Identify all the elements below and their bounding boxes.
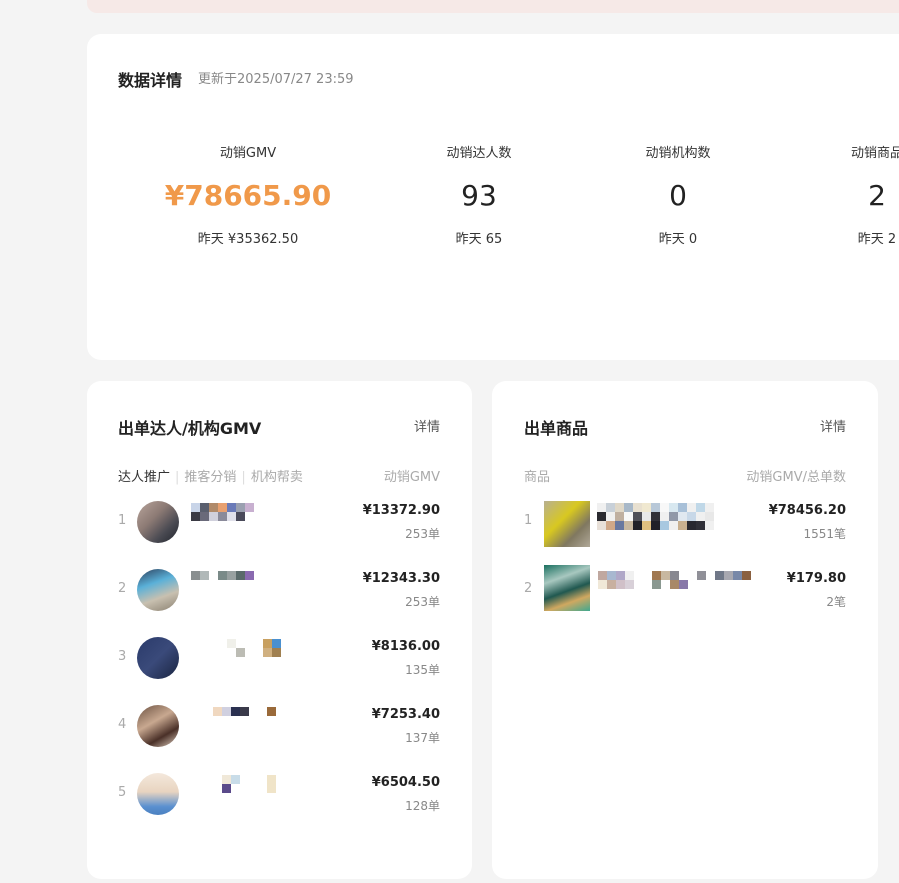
creator-name-blurred <box>213 707 276 716</box>
order-count: 253单 <box>405 595 440 609</box>
product-name-blurred <box>597 503 714 512</box>
creators-gmv-card: 出单达人/机构GMV 详情 达人推广 | 推客分销 | 机构帮卖 动销GMV 1 ¥13… <box>87 381 472 879</box>
product-row[interactable]: 1 ¥78456.20 1551笔 <box>524 501 846 561</box>
update-time: 更新于2025/07/27 23:59 <box>198 72 354 87</box>
metric-label: 动销商品 <box>850 146 899 161</box>
metric-creators: 动销达人数 93 昨天 65 <box>379 142 579 247</box>
rank-number: 4 <box>118 717 127 732</box>
creator-name-blurred <box>191 571 254 580</box>
avatar <box>137 637 179 679</box>
rank-number: 3 <box>118 649 127 664</box>
metric-yesterday: 昨天 2 <box>857 232 897 247</box>
creator-row[interactable]: 3 ¥8136.00 135单 <box>118 637 440 697</box>
gmv-amount: ¥12343.30 <box>362 571 440 586</box>
metric-label: 动销达人数 <box>446 146 512 161</box>
creator-name-blurred <box>191 512 245 521</box>
metric-yesterday: 昨天 0 <box>658 232 698 247</box>
tab-divider: | <box>175 470 180 485</box>
column-header-product: 商品 <box>524 470 551 485</box>
metric-products: 动销商品 2 昨天 2 <box>777 142 899 247</box>
detail-link[interactable]: 详情 <box>414 416 440 435</box>
avatar <box>137 773 179 815</box>
creator-name-blurred <box>222 775 276 784</box>
detail-link[interactable]: 详情 <box>820 416 846 435</box>
order-count: 135单 <box>405 663 440 677</box>
gmv-amount: ¥8136.00 <box>371 639 440 654</box>
card-title: 数据详情 <box>118 71 183 90</box>
metric-value: 0 <box>669 179 687 212</box>
creator-name-blurred <box>222 784 276 793</box>
tab-agency-selling[interactable]: 机构帮卖 <box>251 470 303 485</box>
creator-row[interactable]: 1 ¥13372.90 253单 <box>118 501 440 561</box>
metric-label: 动销GMV <box>219 146 277 161</box>
products-card: 出单商品 详情 商品 动销GMV/总单数 1 ¥78456.20 1551笔 2… <box>492 381 878 879</box>
metric-value: ¥78665.90 <box>164 179 332 212</box>
gmv-amount: ¥6504.50 <box>371 775 440 790</box>
data-detail-card: 数据详情 更新于2025/07/27 23:59 动销GMV ¥78665.90… <box>87 34 899 360</box>
column-header-gmv: 动销GMV <box>383 470 440 485</box>
creator-name-blurred <box>227 648 281 657</box>
avatar <box>137 705 179 747</box>
rank-number: 1 <box>524 513 533 528</box>
card-title: 出单达人/机构GMV <box>118 419 262 438</box>
metric-yesterday: 昨天 ¥35362.50 <box>197 232 299 247</box>
column-header-gmv-orders: 动销GMV/总单数 <box>746 470 846 485</box>
product-name-blurred <box>598 571 751 580</box>
creator-name-blurred <box>227 639 281 648</box>
metric-gmv: 动销GMV ¥78665.90 昨天 ¥35362.50 <box>148 142 348 247</box>
gmv-amount: ¥7253.40 <box>371 707 440 722</box>
order-count: 128单 <box>405 799 440 813</box>
metric-value: 2 <box>868 179 886 212</box>
creator-name-blurred <box>191 503 254 512</box>
top-banner <box>87 0 899 13</box>
avatar <box>137 569 179 611</box>
product-name-blurred <box>598 580 697 589</box>
creator-row[interactable]: 5 ¥6504.50 128单 <box>118 773 440 833</box>
product-row[interactable]: 2 ¥179.80 2笔 <box>524 565 846 629</box>
product-image <box>544 501 590 547</box>
source-tabs: 达人推广 | 推客分销 | 机构帮卖 <box>118 466 303 485</box>
rank-number: 5 <box>118 785 127 800</box>
tab-referral-distribution[interactable]: 推客分销 <box>184 470 236 485</box>
order-count: 2笔 <box>826 595 846 609</box>
avatar <box>137 501 179 543</box>
tab-creator-promotion[interactable]: 达人推广 <box>118 470 170 485</box>
gmv-amount: ¥13372.90 <box>362 503 440 518</box>
order-count: 1551笔 <box>803 527 846 541</box>
rank-number: 2 <box>118 581 127 596</box>
creator-row[interactable]: 2 ¥12343.30 253单 <box>118 569 440 629</box>
metric-label: 动销机构数 <box>645 146 711 161</box>
card-title: 出单商品 <box>524 419 589 438</box>
rank-number: 1 <box>118 513 127 528</box>
product-name-blurred <box>597 521 714 530</box>
metric-yesterday: 昨天 65 <box>455 232 503 247</box>
metric-agencies: 动销机构数 0 昨天 0 <box>578 142 778 247</box>
gmv-amount: ¥78456.20 <box>768 503 846 518</box>
creator-row[interactable]: 4 ¥7253.40 137单 <box>118 705 440 765</box>
product-image <box>544 565 590 611</box>
product-name-blurred <box>597 512 714 521</box>
tab-divider: | <box>241 470 246 485</box>
gmv-amount: ¥179.80 <box>786 571 846 586</box>
metric-value: 93 <box>461 179 497 212</box>
rank-number: 2 <box>524 581 533 596</box>
order-count: 137单 <box>405 731 440 745</box>
order-count: 253单 <box>405 527 440 541</box>
